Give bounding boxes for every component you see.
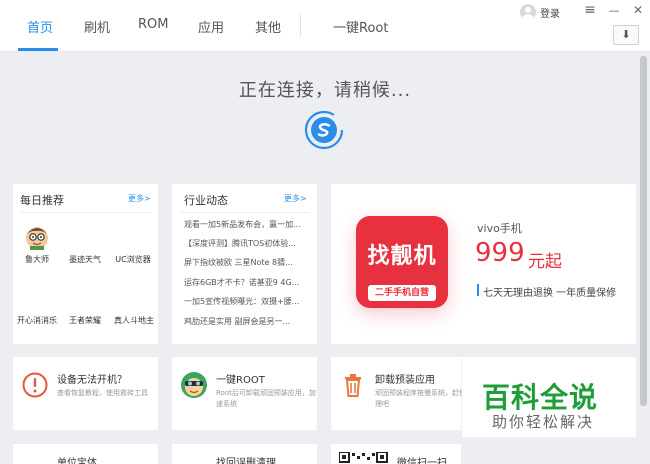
login-link[interactable]: 登录 (540, 5, 560, 20)
tool-title: 设备无法开机？ (57, 375, 127, 386)
daily-more-link[interactable]: 更多> (128, 193, 151, 204)
download-button[interactable]: ⬇ (613, 25, 639, 45)
user-avatar-icon[interactable] (520, 4, 536, 20)
tab-rom[interactable]: ROM (138, 17, 168, 32)
tool-desc: Root后可卸载顽固预装应用，加速系统 (216, 389, 316, 408)
watermark-title: 百科全说 (482, 381, 599, 414)
news-item[interactable]: 【深度评测】腾讯TOS初体验... (184, 238, 308, 249)
ludashi-app-icon (26, 227, 48, 250)
connecting-spinner-icon (304, 110, 344, 150)
nav-divider (300, 14, 301, 36)
ad-banner-card[interactable]: 找靓机 二手手机自营 vivo手机 999 元起 七天无理由退换 一年质量保修 (331, 184, 636, 344)
card-divider (179, 212, 310, 213)
news-item[interactable]: 一加5宣传视频曝光：双摄+腰... (184, 296, 308, 307)
tool-card-cannot-boot[interactable]: 设备无法开机？ 查看恢复教程，使用救砖工具 (13, 357, 158, 430)
tool-card-partial[interactable]: 单位宝体 (13, 444, 158, 464)
ad-price: 999 (475, 238, 525, 268)
tab-home[interactable]: 首页 (27, 17, 53, 36)
tab-flash[interactable]: 刷机 (84, 17, 110, 36)
app-label: UC浏览器 (115, 255, 151, 264)
tool-desc: 查看恢复教程，使用救砖工具 (57, 389, 148, 397)
tool-title: 卸载预装应用 (375, 375, 435, 386)
trash-icon (345, 374, 361, 397)
ad-slogan: 七天无理由退换 一年质量保修 (483, 288, 617, 299)
app-label: 真人斗地主 (114, 316, 154, 325)
app-honor-of-kings[interactable]: 王者荣耀 (61, 315, 109, 326)
tool-title: 单位宝体 (57, 458, 97, 464)
ad-model-name: vivo手机 (477, 222, 522, 235)
app-moji-weather[interactable]: 墨迹天气 (61, 254, 109, 265)
app-label: 王者荣耀 (69, 316, 101, 325)
tab-one-click-root[interactable]: 一键Root (333, 17, 388, 36)
tool-title: 微信扫一扫 (397, 458, 447, 464)
app-label: 鲁大师 (25, 255, 49, 264)
tab-apps[interactable]: 应用 (198, 17, 224, 36)
warning-icon (22, 372, 48, 398)
active-tab-indicator (18, 48, 58, 51)
industry-news-card: 行业动态 更多> 观看一加5新品发布会，赢一加... 【深度评测】腾讯TOS初体… (172, 184, 317, 344)
app-doudizhu[interactable]: 真人斗地主 (110, 315, 158, 326)
watermark-subtitle: 助你轻松解决 (492, 413, 595, 431)
scrollbar-thumb[interactable] (640, 56, 647, 406)
news-item[interactable]: 运存6GB才不卡？诺基亚9 4G... (184, 277, 308, 288)
app-happy-match[interactable]: 开心消消乐 (13, 315, 61, 326)
news-item[interactable]: 观看一加5新品发布会，赢一加... (184, 219, 308, 230)
industry-news-title: 行业动态 (184, 194, 228, 207)
ad-logo-text: 找靓机 (367, 244, 437, 269)
close-icon[interactable]: ✕ (630, 3, 646, 17)
qr-code-icon (339, 452, 388, 463)
tab-other[interactable]: 其他 (255, 17, 281, 36)
ad-price-suffix: 元起 (528, 252, 562, 272)
minimize-icon[interactable]: — (606, 4, 622, 17)
root-icon (181, 372, 207, 398)
ad-logo-band: 二手手机自营 (368, 285, 436, 301)
tool-title: 一键ROOT (216, 375, 265, 386)
tool-title: 找回误删清理 (216, 458, 276, 464)
news-item[interactable]: 屏下指纹被欧 三星Note 8猜... (184, 257, 308, 268)
connecting-status-text: 正在连接，请稍候... (238, 80, 412, 101)
daily-recommend-card: 每日推荐 更多> 鲁大师 墨迹天气 UC浏览器 开心消消乐 王者荣耀 真人斗地主 (13, 184, 158, 344)
ad-slogan-bar (477, 284, 479, 296)
app-label: 开心消消乐 (17, 316, 57, 325)
news-more-link[interactable]: 更多> (284, 193, 307, 204)
app-uc-browser[interactable]: UC浏览器 (109, 254, 157, 265)
news-item[interactable]: 鸡肋还是实用 副屏会是另一... (184, 316, 308, 327)
card-divider (20, 212, 151, 213)
tool-card-partial[interactable]: 找回误删清理 (172, 444, 317, 464)
app-ludashi[interactable]: 鲁大师 (13, 224, 61, 265)
menu-icon[interactable]: ≡ (582, 2, 598, 18)
zhaoliangji-logo: 找靓机 二手手机自营 (356, 216, 448, 308)
tool-desc: 顽固预装程序拖慢系统，赶快清理吧 (375, 389, 473, 408)
tool-card-one-click-root[interactable]: 一键ROOT Root后可卸载顽固预装应用，加速系统 (172, 357, 317, 430)
app-label: 墨迹天气 (69, 255, 101, 264)
tool-card-partial[interactable]: 微信扫一扫 (331, 444, 461, 464)
daily-recommend-title: 每日推荐 (20, 194, 64, 207)
top-nav-bar: 首页 刷机 ROM 应用 其他 一键Root 登录 ≡ — ✕ ⬇ (0, 0, 650, 52)
tool-card-uninstall-preinstalled[interactable]: 卸载预装应用 顽固预装程序拖慢系统，赶快清理吧 (331, 357, 473, 430)
